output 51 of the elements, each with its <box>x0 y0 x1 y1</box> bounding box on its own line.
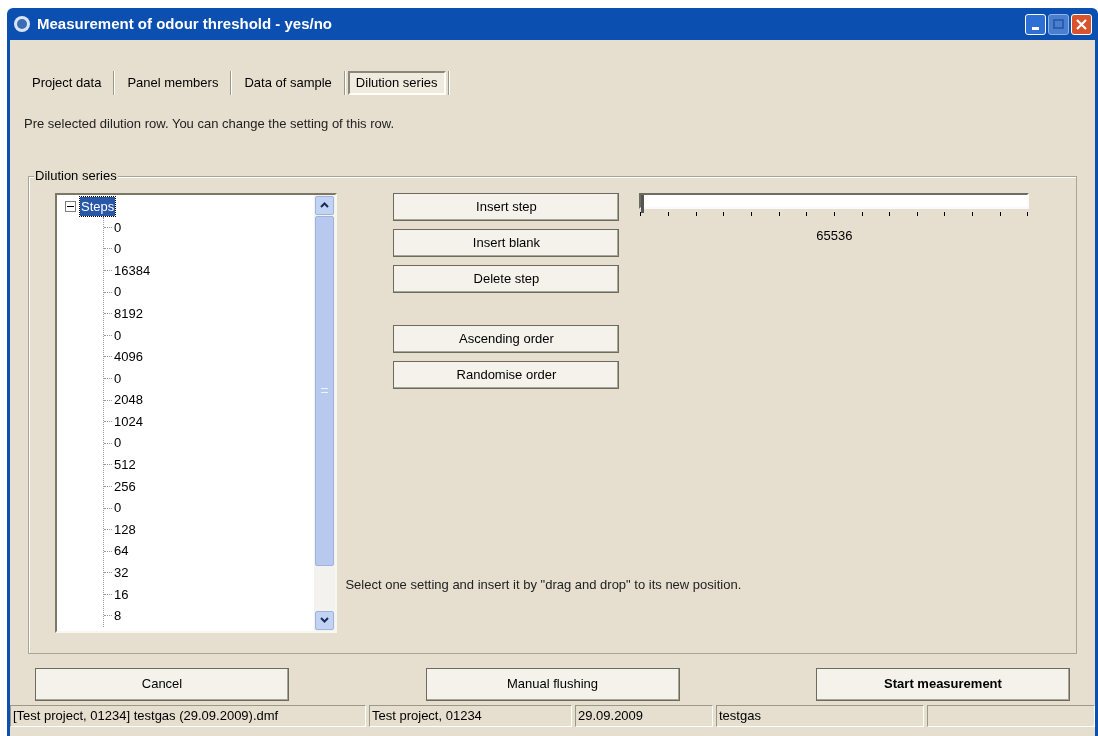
dialog-button[interactable]: Start measurement <box>816 667 1070 701</box>
tree-item[interactable]: 0 <box>114 433 122 453</box>
tab[interactable]: Data of sample <box>234 70 342 95</box>
status-field: [Test project, 01234] testgas (29.09.2009).dmf <box>10 704 366 727</box>
tree-item[interactable]: 256 <box>114 476 136 497</box>
dialog-button[interactable]: Cancel <box>35 667 289 701</box>
step-button[interactable]: Insert blank <box>393 228 620 257</box>
tree-item[interactable]: 0 <box>114 325 122 345</box>
tree-item[interactable]: 4096 <box>114 347 143 367</box>
app-icon <box>13 15 31 33</box>
tree-item[interactable]: Steps <box>80 196 116 217</box>
tab[interactable]: Panel members <box>117 70 229 95</box>
status-field: 29.09.2009 <box>575 704 713 727</box>
collapse-toggle[interactable] <box>65 201 76 212</box>
scrollbar[interactable] <box>314 194 336 631</box>
tree-item[interactable]: 8 <box>114 606 122 626</box>
tree-item[interactable]: 8192 <box>114 303 143 324</box>
tree-item[interactable]: 0 <box>114 239 122 259</box>
tab[interactable]: Dilution series <box>347 70 446 95</box>
scroll-up-icon[interactable] <box>315 195 335 215</box>
tree-item[interactable]: 16 <box>114 584 129 605</box>
tree-item[interactable]: 128 <box>114 519 136 540</box>
scroll-down-icon[interactable] <box>315 610 335 630</box>
tree-item[interactable]: 512 <box>114 455 136 475</box>
tab[interactable]: Project data <box>22 70 112 95</box>
tree-item[interactable]: 2048 <box>114 390 143 410</box>
tree-item[interactable]: 0 <box>114 217 122 238</box>
order-button[interactable]: Ascending order <box>393 324 620 353</box>
window-title: Measurement of odour threshold - yes/no <box>37 13 334 34</box>
step-button[interactable]: Delete step <box>393 264 620 293</box>
tree-item[interactable]: 64 <box>114 541 129 561</box>
tree-item[interactable]: 0 <box>114 282 122 302</box>
tree-item[interactable]: 0 <box>114 368 122 389</box>
drag-hint: Select one setting and insert it by "drag and drop" to its new position. <box>345 575 743 594</box>
tree-item[interactable]: 1024 <box>114 411 143 432</box>
status-field: Test project, 01234 <box>369 704 572 727</box>
minimize-button[interactable] <box>1025 13 1046 35</box>
tree-item[interactable]: 0 <box>114 498 122 518</box>
status-field: testgas <box>716 704 924 727</box>
slider-thumb[interactable] <box>641 194 645 213</box>
instruction-text: Pre selected dilution row. You can change the setting of this row. <box>23 115 396 133</box>
slider-value: 65536 <box>816 226 853 245</box>
tree-item[interactable]: 16384 <box>114 260 151 281</box>
close-button[interactable] <box>1071 13 1092 35</box>
maximize-button[interactable] <box>1048 13 1069 35</box>
close-icon <box>1076 18 1087 30</box>
tree-item[interactable]: 32 <box>114 563 129 583</box>
scroll-thumb[interactable] <box>315 215 335 566</box>
step-button[interactable]: Insert step <box>393 192 620 221</box>
order-button[interactable]: Randomise order <box>393 360 620 389</box>
dialog-button[interactable]: Manual flushing <box>425 667 680 701</box>
